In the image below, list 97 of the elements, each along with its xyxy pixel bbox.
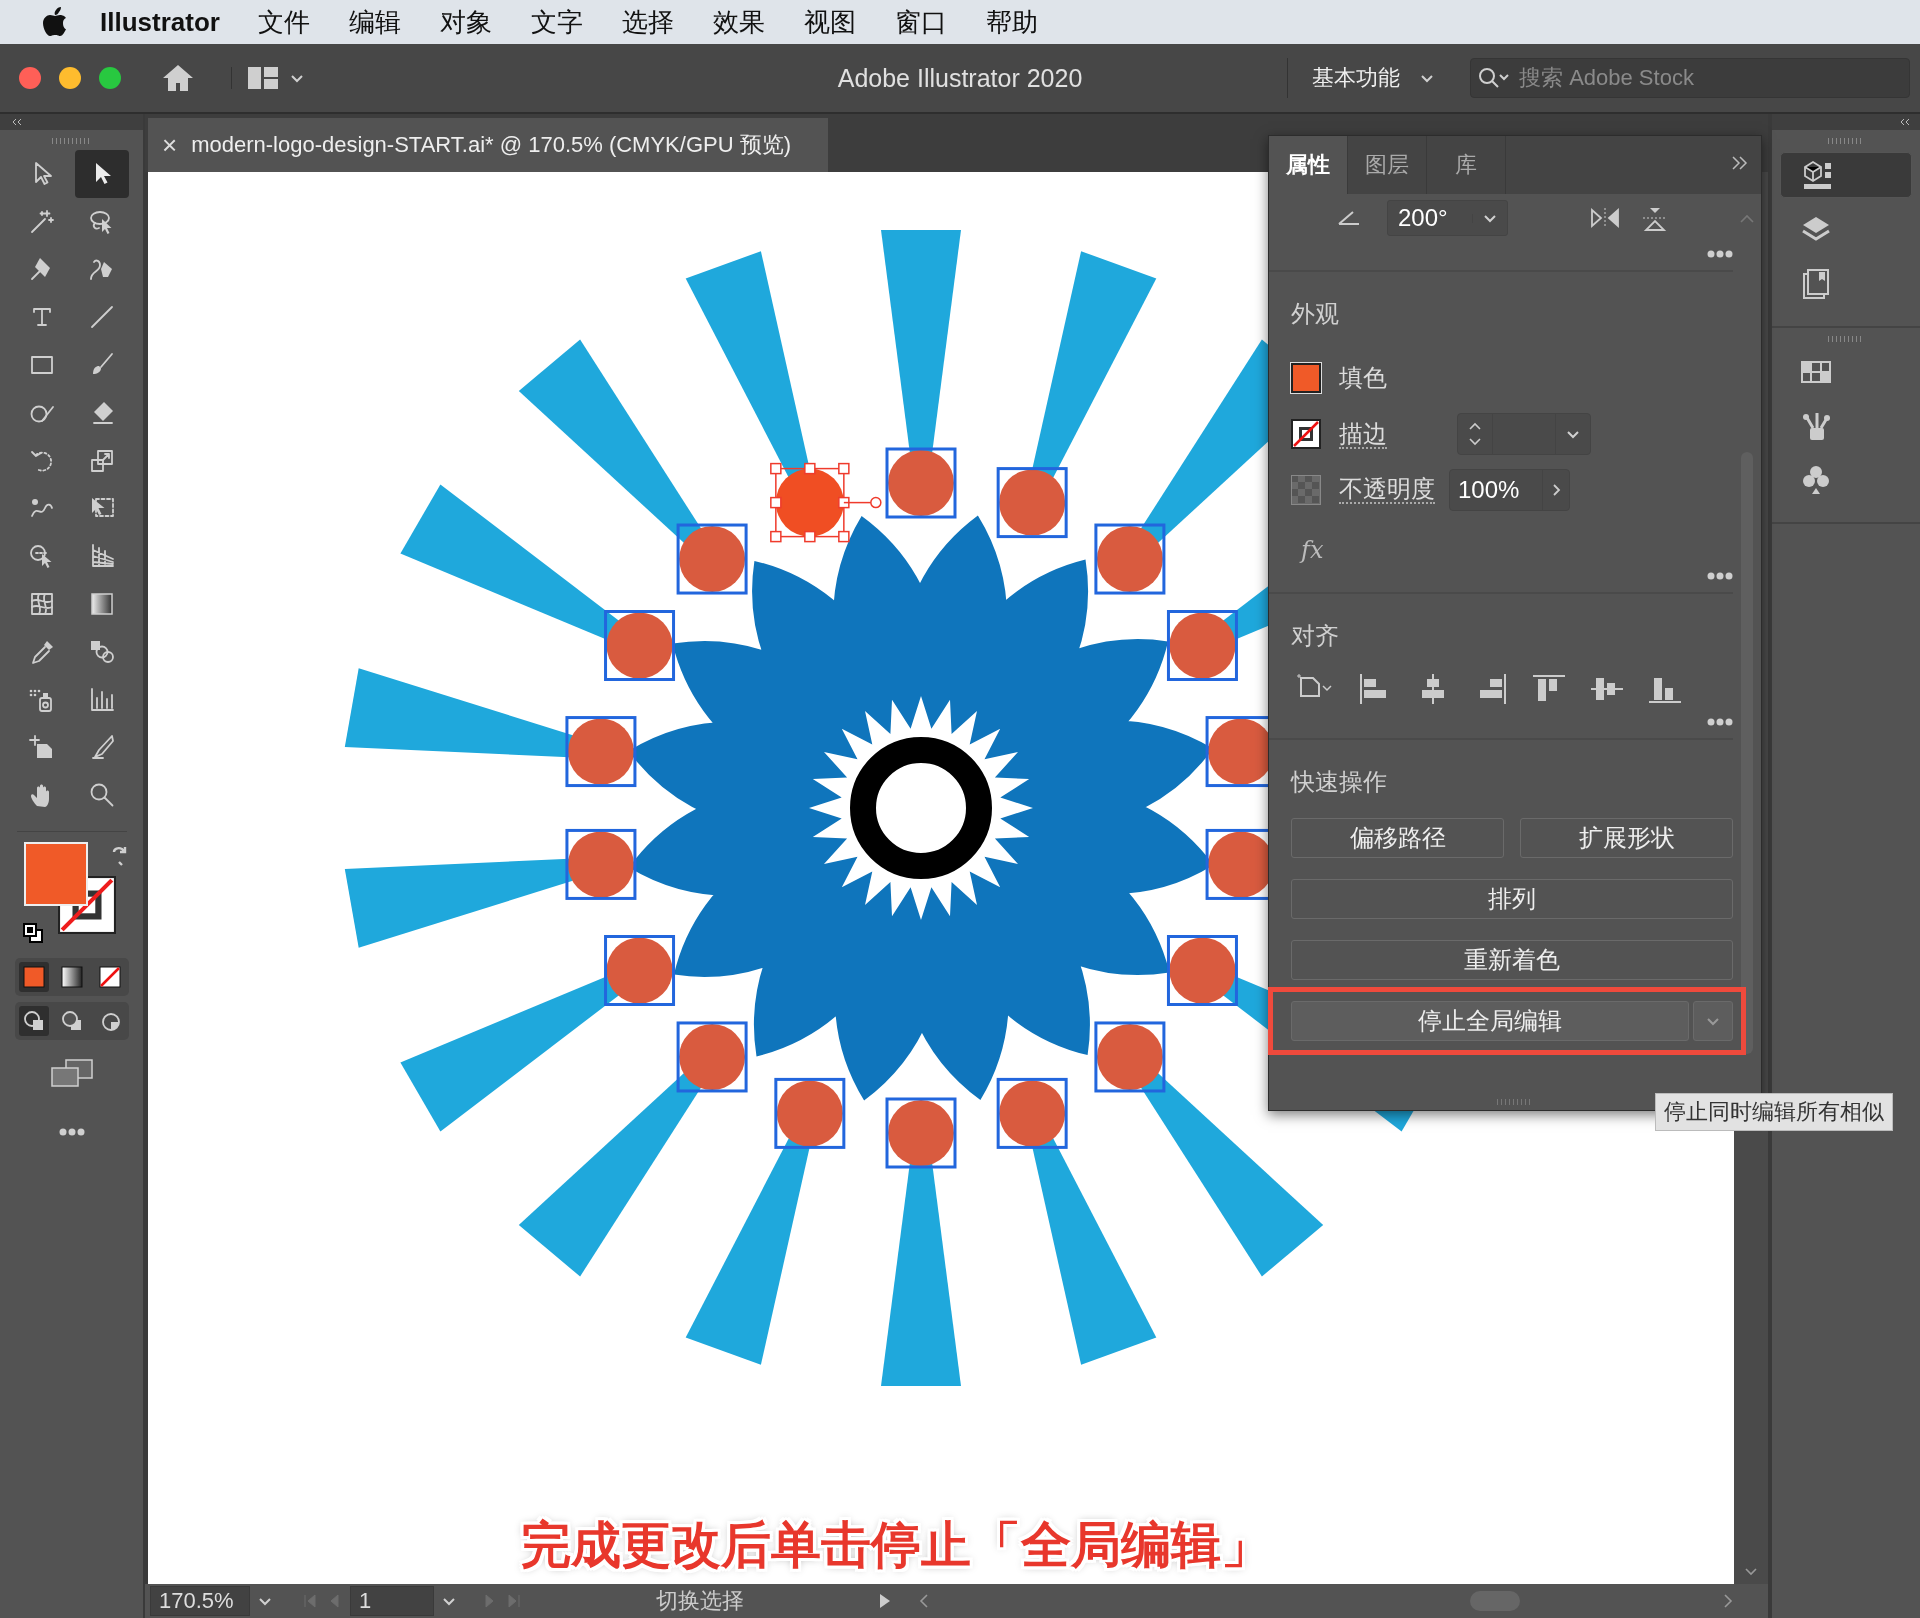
stepper-icon[interactable] [1468, 420, 1482, 448]
circle-shape[interactable] [676, 1021, 748, 1093]
fill-swatch[interactable] [1291, 363, 1321, 393]
panel-tab[interactable]: 属性 [1269, 136, 1348, 194]
action-button[interactable]: 停止全局编辑 [1291, 1001, 1689, 1041]
circle-shape[interactable] [1166, 935, 1238, 1006]
direct-selection-tool[interactable] [74, 150, 129, 198]
panel-tab[interactable]: 图层 [1348, 136, 1427, 194]
action-button[interactable]: 排列 [1291, 879, 1733, 919]
more-icon[interactable] [58, 1128, 85, 1137]
scroll-right-icon[interactable] [1722, 1593, 1734, 1609]
circle-shape[interactable] [996, 1077, 1068, 1149]
circle-shape[interactable] [604, 935, 676, 1006]
workspace-switcher[interactable]: 基本功能 [1287, 58, 1462, 98]
caret-icon [1566, 429, 1580, 439]
tooltip-text: 停止同时编辑所有相似 [1664, 1099, 1884, 1124]
document-title: modern-logo-design-START.ai* @ 170.5% (CMYK/GPU 预览) [191, 131, 792, 159]
flip-horizontal-icon[interactable] [1590, 206, 1620, 230]
properties-panel-button[interactable] [1780, 152, 1912, 198]
menu-item[interactable]: 帮助 [985, 4, 1038, 40]
opacity-field[interactable]: 100% [1449, 469, 1570, 511]
symbols-icon [1800, 464, 1832, 496]
caret-icon [290, 73, 304, 83]
close-window-button[interactable] [19, 67, 41, 89]
color-mode-button[interactable] [18, 962, 49, 993]
caret-icon [1420, 73, 1434, 83]
collapse-icon[interactable] [1898, 118, 1912, 126]
circle-shape[interactable] [1094, 523, 1166, 595]
circle-shape[interactable] [774, 1077, 846, 1149]
menu-item[interactable]: 视图 [803, 4, 856, 40]
screen-mode-icon[interactable] [49, 1058, 94, 1089]
menu-item[interactable]: 选择 [621, 4, 674, 40]
menu-item[interactable]: 文件 [257, 4, 310, 40]
home-icon[interactable] [161, 63, 195, 93]
collapse-icon[interactable] [10, 118, 24, 126]
properties-icon [1801, 159, 1833, 191]
caret-icon [1706, 1016, 1720, 1026]
scroll-thumb[interactable] [1741, 452, 1753, 1054]
circle-shape[interactable] [565, 828, 637, 900]
menu-item[interactable]: 窗口 [894, 4, 947, 40]
opacity-label[interactable]: 不透明度 [1339, 475, 1435, 505]
zoom-field[interactable]: 170.5% [150, 1586, 250, 1616]
caption-text: 完成更改后单击停止「全局编辑」 [521, 1517, 1271, 1573]
menu-item[interactable]: 编辑 [348, 4, 401, 40]
status-mode[interactable]: 切换选择 [530, 1586, 870, 1616]
circle-shape[interactable] [1094, 1021, 1166, 1093]
circle-shape[interactable] [676, 523, 748, 595]
minimize-window-button[interactable] [59, 67, 81, 89]
action-button[interactable]: 扩展形状 [1520, 818, 1733, 858]
effects-button[interactable]: fx [1291, 518, 1733, 564]
zoom-caret-icon [258, 1596, 272, 1606]
angle-field[interactable]: 200° [1387, 200, 1508, 236]
panel-tab[interactable]: 库 [1427, 136, 1506, 194]
default-colors-icon[interactable] [21, 922, 44, 945]
scroll-left-icon[interactable] [918, 1593, 930, 1609]
circle-shape[interactable] [1166, 610, 1238, 681]
artboard-caret-icon [442, 1596, 456, 1606]
circle-shape[interactable] [770, 462, 882, 543]
brushes-icon [1800, 410, 1832, 442]
menu-item[interactable]: 文字 [530, 4, 583, 40]
chevron-right-icon[interactable] [1551, 483, 1561, 497]
search-field[interactable]: 搜索 Adobe Stock [1470, 58, 1910, 98]
more-icon[interactable] [1707, 718, 1733, 726]
section-title: 快速操作 [1291, 767, 1388, 797]
menu-item[interactable]: 效果 [712, 4, 765, 40]
libraries-icon [1800, 268, 1832, 300]
document-tab[interactable]: × modern-logo-design-START.ai* @ 170.5% (CMYK/GPU 预览) [148, 118, 828, 172]
window-title: Adobe Illustrator 2020 [837, 63, 1083, 93]
caret-icon [1483, 213, 1497, 223]
action-button[interactable]: 重新着色 [1291, 940, 1733, 980]
apple-icon[interactable] [42, 7, 68, 37]
circle-shape[interactable] [885, 447, 957, 519]
close-tab-button[interactable]: × [162, 129, 178, 161]
stroke-label[interactable]: 描边 [1339, 420, 1387, 449]
section-title: 对齐 [1291, 621, 1340, 651]
play-icon[interactable] [878, 1593, 892, 1609]
scroll-down-icon[interactable] [1744, 1567, 1758, 1576]
stroke-swatch[interactable] [1291, 419, 1321, 449]
fill-label: 填色 [1339, 363, 1387, 393]
expand-icon[interactable] [1731, 156, 1749, 170]
section-title: 外观 [1291, 299, 1340, 329]
circle-shape[interactable] [885, 1097, 957, 1169]
search-icon [1478, 67, 1512, 89]
menu-item[interactable]: 对象 [439, 4, 492, 40]
more-icon[interactable] [1707, 572, 1733, 580]
circle-shape[interactable] [996, 467, 1068, 539]
app-menu[interactable]: Illustrator [100, 6, 220, 38]
opacity-swatch [1291, 475, 1321, 505]
more-icon[interactable] [1707, 250, 1733, 258]
zoom-window-button[interactable] [99, 67, 121, 89]
layout-icon[interactable] [248, 67, 278, 89]
circle-shape[interactable] [604, 610, 676, 681]
draw-normal-button[interactable] [18, 1006, 49, 1037]
stroke-weight-field[interactable] [1457, 413, 1591, 455]
circle-shape[interactable] [565, 716, 637, 788]
artboard-field[interactable]: 1 [350, 1586, 434, 1616]
action-button[interactable]: 偏移路径 [1291, 818, 1504, 858]
